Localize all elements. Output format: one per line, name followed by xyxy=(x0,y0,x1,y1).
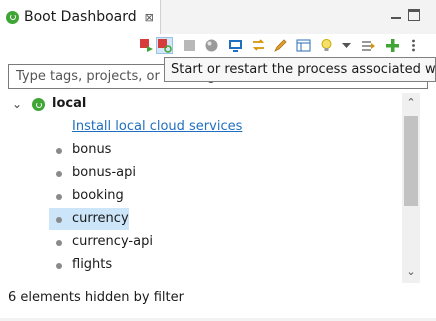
toolbar xyxy=(0,34,436,58)
list-item-label: booking xyxy=(72,188,124,203)
restart-tooltip: Start or restart the process associated … xyxy=(164,57,436,82)
view-tab-bar: Boot Dashboard ⊠ xyxy=(0,0,436,34)
pencil-icon[interactable] xyxy=(272,37,289,54)
list-item-selected[interactable]: currency xyxy=(0,208,402,231)
app-state-icon xyxy=(56,240,62,246)
list-item-label: currency xyxy=(72,211,129,226)
app-state-icon xyxy=(56,194,62,200)
close-icon[interactable]: ⊠ xyxy=(145,11,154,24)
maximize-icon[interactable] xyxy=(408,9,420,21)
scroll-up-icon[interactable]: ⌃ xyxy=(402,94,420,111)
debug-icon[interactable] xyxy=(203,37,220,54)
list-item[interactable]: currency-api xyxy=(0,231,402,254)
filter-status: 6 elements hidden by filter xyxy=(8,290,184,305)
vertical-scrollbar[interactable]: ⌃ ⌄ xyxy=(402,93,420,283)
link-icon[interactable] xyxy=(250,37,267,54)
stop-icon[interactable] xyxy=(181,37,198,54)
list-item[interactable]: bonus-api xyxy=(0,162,402,185)
console-icon[interactable] xyxy=(227,37,244,54)
list-item[interactable]: booking xyxy=(0,185,402,208)
list-item-label: currency-api xyxy=(72,234,153,249)
plus-icon[interactable] xyxy=(384,37,401,54)
boot-dashboard-tab[interactable]: Boot Dashboard ⊠ xyxy=(0,0,161,34)
tab-title: Boot Dashboard xyxy=(24,9,137,25)
app-state-icon xyxy=(56,171,62,177)
app-state-icon xyxy=(56,263,62,269)
spring-boot-icon xyxy=(32,98,45,111)
spring-boot-icon xyxy=(6,10,19,24)
list-item-label: flights xyxy=(72,257,113,272)
list-item[interactable]: flights xyxy=(0,254,402,277)
app-state-icon xyxy=(56,217,62,223)
run-red-icon[interactable] xyxy=(138,37,155,54)
install-cloud-link-row: Install local cloud services xyxy=(0,116,402,139)
dashboard-tree: ⌄ local Install local cloud services bon… xyxy=(0,93,402,283)
install-cloud-link[interactable]: Install local cloud services xyxy=(72,119,242,134)
app-state-icon xyxy=(56,148,62,154)
scroll-down-icon[interactable]: ⌄ xyxy=(402,263,420,280)
root-label: local xyxy=(52,96,87,111)
table-icon[interactable] xyxy=(295,37,312,54)
minimize-icon[interactable] xyxy=(390,9,402,21)
scrollbar-thumb[interactable] xyxy=(404,116,418,206)
chevron-down-icon[interactable] xyxy=(340,37,352,54)
list-item-label: bonus-api xyxy=(72,165,136,180)
list-item[interactable]: bonus xyxy=(0,139,402,162)
tags-icon[interactable] xyxy=(360,37,377,54)
expand-arrow-icon[interactable]: ⌄ xyxy=(12,97,22,111)
tree-root-local[interactable]: ⌄ local xyxy=(0,93,402,116)
restart-icon[interactable] xyxy=(156,37,173,54)
list-item-label: bonus xyxy=(72,142,112,157)
lightbulb-icon[interactable] xyxy=(318,37,335,54)
more-vertical-icon[interactable] xyxy=(408,37,418,54)
